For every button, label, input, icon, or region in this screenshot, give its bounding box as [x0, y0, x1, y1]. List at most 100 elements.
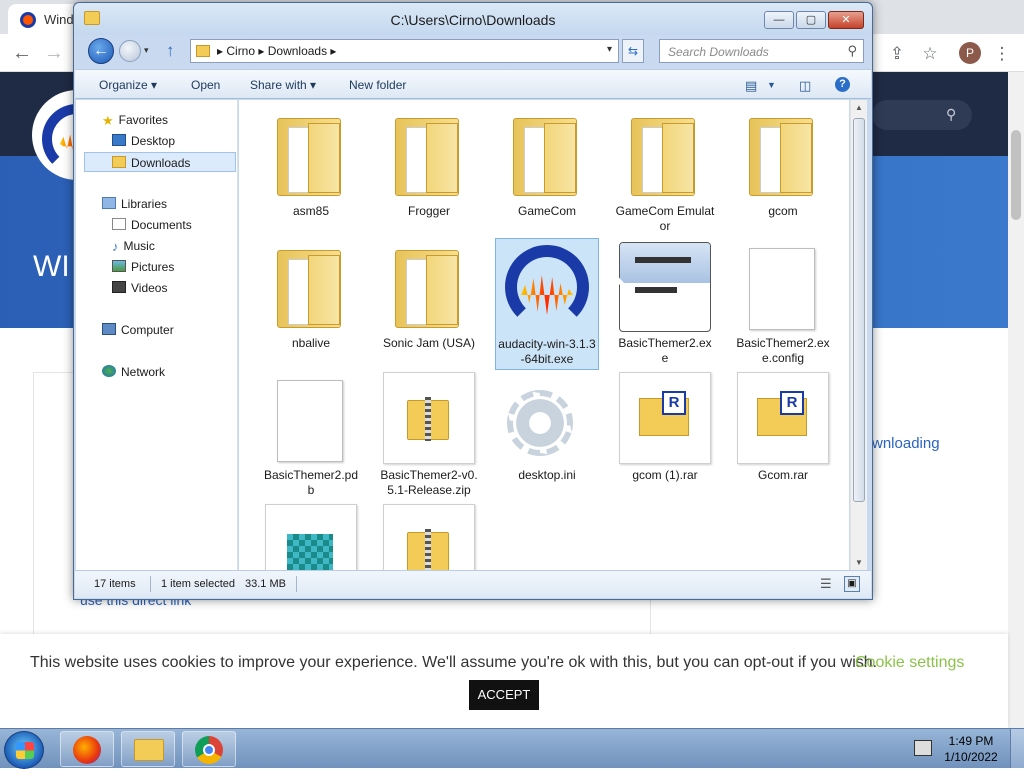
cookie-accept-button[interactable]: ACCEPT [469, 680, 539, 710]
explorer-title-bar[interactable]: C:\Users\Cirno\Downloads — ▢ ✕ [74, 3, 872, 35]
show-desktop-button[interactable] [1010, 729, 1024, 768]
folder-icon [617, 108, 713, 204]
nav-desktop[interactable]: Desktop [112, 131, 175, 151]
folder-icon [513, 118, 577, 196]
details-view-icon[interactable]: ☰ [820, 576, 832, 592]
taskbar-chrome[interactable] [182, 731, 236, 767]
zip-folder-icon [407, 529, 449, 570]
computer-icon [102, 323, 116, 335]
status-separator [296, 576, 297, 592]
preview-pane-icon[interactable]: ◫ [799, 78, 811, 94]
nav-music[interactable]: ♪ Music [112, 236, 155, 256]
nav-network[interactable]: Network [102, 362, 165, 382]
up-arrow-icon[interactable]: ↑ [166, 41, 175, 61]
file-item-gamecom-emulator[interactable]: GameCom Emulator [613, 106, 717, 236]
bookmark-star-icon[interactable]: ☆ [919, 43, 941, 65]
file-item-basicthemer2-exe[interactable]: BasicThemer2.exe [613, 238, 717, 368]
recent-pages-chevron-icon[interactable]: ▾ [144, 45, 149, 56]
file-list: asm85 Frogger GameCom GameCom Emulator gcom n… [239, 100, 849, 570]
file-label: Sonic Jam (USA) [382, 336, 476, 350]
nav-favorites[interactable]: ★ Favorites [102, 110, 168, 130]
file-list-scrollbar[interactable]: ▲ ▼ [850, 100, 867, 570]
profile-avatar[interactable]: P [959, 42, 981, 64]
file-label: GameCom [517, 204, 576, 218]
open-button[interactable]: Open [191, 78, 220, 92]
search-icon[interactable]: ⚲ [847, 43, 857, 59]
site-search-input[interactable] [872, 100, 972, 130]
scroll-down-icon[interactable]: ▼ [855, 558, 863, 567]
nav-pictures[interactable]: Pictures [112, 257, 174, 277]
view-dropdown-icon[interactable]: ▼ [767, 80, 776, 90]
site-downloading-link[interactable]: wnloading [872, 435, 940, 452]
change-view-icon[interactable]: ▤ [745, 78, 757, 94]
nav-music-label: Music [123, 239, 155, 253]
back-arrow-icon[interactable]: ← [88, 38, 114, 64]
file-item-sonic-jam-usa[interactable]: Sonic Jam (USA) [377, 238, 481, 353]
share-with-button[interactable]: Share with ▾ [250, 78, 316, 92]
refresh-icon[interactable]: ⇆ [622, 39, 644, 63]
file-item-gcom-rar[interactable]: R Gcom.rar [731, 370, 835, 485]
address-bar[interactable]: ▸ Cirno ▸ Downloads ▸ ▾ [190, 39, 619, 63]
browser-tab[interactable]: Wind [8, 4, 80, 34]
address-dropdown-icon[interactable]: ▾ [607, 44, 612, 55]
share-icon[interactable]: ⇪ [886, 43, 908, 65]
file-item-basicthemer2-pdb[interactable]: BasicThemer2.pdb [259, 370, 363, 500]
taskbar-firefox[interactable] [60, 731, 114, 767]
file-item-item-16[interactable] [259, 502, 363, 570]
browser-forward-icon[interactable]: → [42, 42, 66, 66]
scroll-up-icon[interactable]: ▲ [855, 103, 863, 112]
start-button[interactable] [4, 731, 44, 769]
cookie-settings-link[interactable]: Cookie settings [855, 654, 964, 672]
browser-back-icon[interactable]: ← [10, 42, 34, 66]
file-list-scrollbar-thumb[interactable] [853, 118, 865, 502]
file-item-desktop-ini[interactable]: desktop.ini [495, 370, 599, 485]
file-item-gcom-1-rar[interactable]: Rgcom (1).rar [613, 370, 717, 485]
blank-icon [263, 372, 359, 468]
nav-libraries-label: Libraries [121, 197, 168, 211]
nav-videos[interactable]: Videos [112, 278, 167, 298]
folder-icon [263, 108, 359, 204]
breadcrumb[interactable]: ▸ Cirno ▸ Downloads ▸ [217, 44, 336, 58]
folder-icon [631, 118, 695, 196]
nav-documents[interactable]: Documents [112, 215, 192, 235]
blank-file-icon [277, 380, 343, 462]
help-icon[interactable]: ? [835, 77, 850, 92]
file-item-frogger[interactable]: Frogger [377, 106, 481, 221]
file-item-gcom[interactable]: gcom [731, 106, 835, 221]
file-item-nbalive[interactable]: nbalive [259, 238, 363, 353]
browser-menu-icon[interactable]: ⋮ [991, 43, 1013, 65]
site-search-icon[interactable]: ⚲ [946, 106, 956, 123]
explorer-folder-icon [134, 739, 164, 761]
file-item-audacity-win-3-1-3-64bit-exe[interactable]: audacity-win-3.1.3-64bit.exe [495, 238, 599, 370]
large-icons-view-icon[interactable]: ▣ [844, 576, 860, 592]
maximize-button[interactable]: ▢ [796, 11, 826, 29]
pictures-icon [112, 260, 126, 272]
file-item-gamecom[interactable]: GameCom [495, 106, 599, 221]
address-folder-icon [196, 45, 210, 57]
nav-downloads-label: Downloads [131, 156, 191, 170]
taskbar-clock[interactable]: 1:49 PM 1/10/2022 [940, 733, 1002, 765]
forward-arrow-icon[interactable] [119, 40, 141, 62]
organize-button[interactable]: Organize ▾ [99, 78, 157, 92]
action-center-flag-icon[interactable] [914, 740, 932, 756]
file-label: audacity-win-3.1.3-64bit.exe [498, 337, 596, 366]
page-scrollbar-thumb[interactable] [1011, 130, 1021, 220]
network-icon [102, 365, 116, 377]
file-item-item-17[interactable] [377, 502, 481, 570]
taskbar [0, 728, 1024, 769]
nav-downloads[interactable]: Downloads [84, 152, 236, 172]
file-label: gcom [768, 204, 798, 218]
folder-icon [263, 240, 359, 336]
taskbar-explorer[interactable] [121, 731, 175, 767]
site-hero-title: WI [33, 250, 70, 283]
file-label: BasicThemer2.pdb [263, 468, 359, 497]
nav-libraries[interactable]: Libraries [102, 194, 167, 214]
nav-computer[interactable]: Computer [102, 320, 174, 340]
minimize-button[interactable]: — [764, 11, 794, 29]
file-item-basicthemer2-exe-config[interactable]: BasicThemer2.exe.config [731, 238, 835, 368]
close-button[interactable]: ✕ [828, 11, 864, 29]
file-item-basicthemer2-v0-5-1-release-zip[interactable]: BasicThemer2-v0.5.1-Release.zip [377, 370, 481, 500]
new-folder-button[interactable]: New folder [349, 78, 406, 92]
file-item-asm85[interactable]: asm85 [259, 106, 363, 221]
search-input[interactable]: Search Downloads ⚲ [659, 39, 864, 63]
